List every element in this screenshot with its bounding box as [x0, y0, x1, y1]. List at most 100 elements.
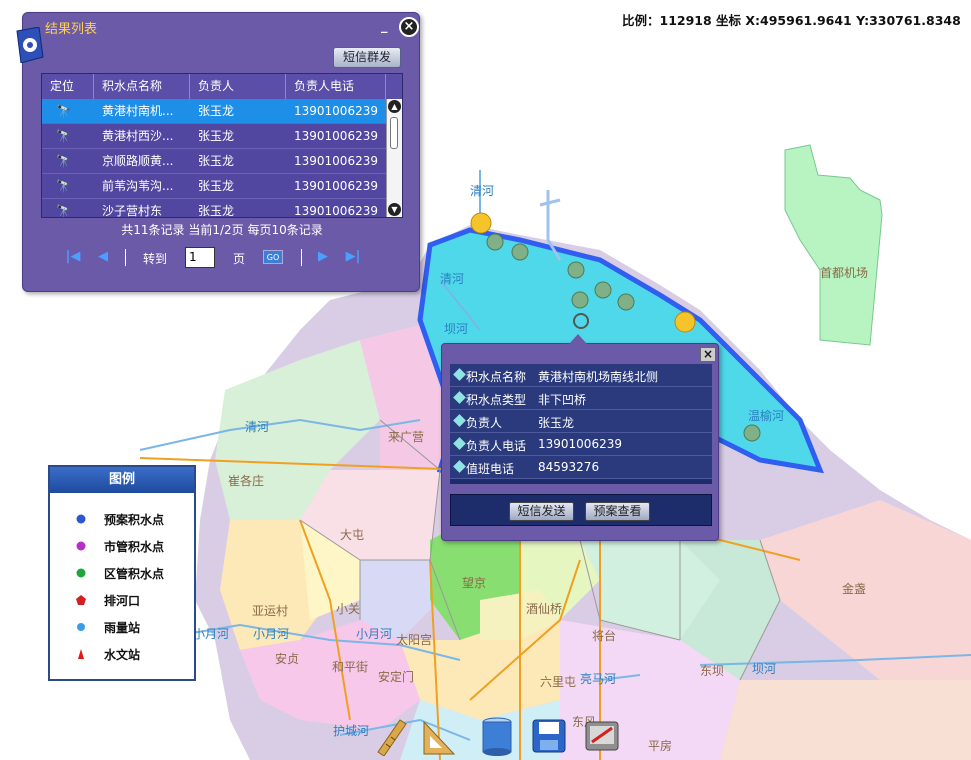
cell-phone: 13901006239	[294, 104, 378, 118]
triangle-area-icon[interactable]	[420, 716, 458, 756]
cell-name: 沙子营村东	[102, 204, 163, 218]
legend-label: 雨量站	[104, 621, 141, 635]
diamond-icon	[453, 437, 466, 450]
river-label: 清河	[470, 184, 495, 198]
table-row[interactable]: 🔭 京顺路顺黄... 张玉龙 13901006239	[42, 149, 402, 174]
field-key: 值班电话	[466, 462, 515, 476]
first-page-icon[interactable]: |◀	[65, 249, 81, 265]
column-header-phone[interactable]: 负责人电话	[286, 74, 386, 99]
legend-label: 市管积水点	[104, 540, 165, 554]
cell-name: 黄港村西沙...	[102, 129, 174, 143]
river-label: 小月河	[253, 627, 290, 641]
diamond-icon	[453, 391, 466, 404]
legend-label: 区管积水点	[104, 567, 165, 581]
blue-dot-icon	[76, 514, 86, 524]
cell-person: 张玉龙	[198, 179, 235, 193]
cell-name: 京顺路顺黄...	[102, 154, 174, 168]
scroll-up-icon[interactable]: ▲	[388, 100, 401, 113]
river-label: 坝河	[444, 322, 469, 336]
page-input[interactable]: 1	[185, 247, 215, 268]
binoculars-icon[interactable]: 🔭	[42, 149, 94, 173]
view-plan-button[interactable]: 预案查看	[585, 502, 650, 521]
field-key: 积水点名称	[466, 370, 527, 384]
legend-label: 预案积水点	[104, 513, 165, 527]
table-row[interactable]: 🔭 沙子营村东 张玉龙 13901006239	[42, 199, 402, 218]
map-label: 首都机场	[820, 266, 869, 280]
popup-close-button[interactable]: ×	[700, 347, 716, 362]
cell-person: 张玉龙	[198, 154, 235, 168]
page-unit-label: 页	[233, 252, 246, 266]
cell-phone: 13901006239	[294, 179, 378, 193]
save-disk-icon[interactable]	[530, 716, 568, 756]
binoculars-icon[interactable]: 🔭	[42, 124, 94, 148]
diamond-icon	[453, 414, 466, 427]
cell-name: 前苇沟苇沟...	[102, 179, 174, 193]
next-page-icon[interactable]: ▶	[315, 249, 331, 265]
map-label: 大屯	[340, 528, 365, 542]
field-value: 非下凹桥	[538, 393, 587, 407]
map-label: 平房	[648, 739, 673, 753]
river-label: 清河	[245, 420, 270, 434]
river-label: 温榆河	[748, 409, 785, 423]
table-scrollbar[interactable]: ▲ ▼	[386, 99, 402, 217]
table-row[interactable]: 🔭 黄港村南机... 张玉龙 13901006239	[42, 99, 402, 124]
table-header: 定位 积水点名称 负责人 负责人电话	[42, 74, 402, 99]
pager-divider	[301, 249, 302, 266]
column-header-person[interactable]: 负责人	[190, 74, 286, 99]
popup-field-row: 负责人 张玉龙	[450, 410, 712, 433]
goto-label: 转到	[143, 252, 168, 266]
pager: |◀ ◀ 转到 1 页 GO ▶ ▶|	[63, 247, 383, 269]
print-screen-icon[interactable]	[583, 716, 621, 756]
legend-panel: 图例 预案积水点 市管积水点 区管积水点 排河口 雨量站 水文站	[48, 465, 196, 681]
cell-person: 张玉龙	[198, 204, 235, 218]
popup-actions: 短信发送 预案查看	[450, 494, 712, 526]
ruler-measure-icon[interactable]	[374, 716, 412, 756]
binoculars-icon[interactable]: 🔭	[42, 199, 94, 217]
field-key: 积水点类型	[466, 393, 527, 407]
clear-canister-icon[interactable]	[478, 716, 516, 756]
sms-mass-send-button[interactable]: 短信群发	[333, 47, 401, 68]
cell-person: 张玉龙	[198, 129, 235, 143]
field-value: 张玉龙	[538, 416, 575, 430]
map-label: 小关	[336, 602, 361, 616]
binoculars-icon[interactable]: 🔭	[42, 174, 94, 198]
river-label: 坝河	[752, 662, 777, 676]
field-key: 负责人	[466, 416, 503, 430]
column-header-locate[interactable]: 定位	[42, 74, 94, 99]
minimize-button[interactable]: _	[381, 19, 388, 34]
field-key: 负责人电话	[466, 439, 527, 453]
table-row[interactable]: 🔭 前苇沟苇沟... 张玉龙 13901006239	[42, 174, 402, 199]
last-page-icon[interactable]: ▶|	[345, 249, 361, 265]
cell-phone: 13901006239	[294, 154, 378, 168]
map-label: 酒仙桥	[526, 602, 563, 616]
result-list-panel: 结果列表 _ × 短信群发 定位 积水点名称 负责人 负责人电话 🔭 黄港村南机…	[16, 12, 420, 292]
go-button[interactable]: GO	[263, 250, 283, 264]
cell-person: 张玉龙	[198, 104, 235, 118]
field-value: 13901006239	[538, 437, 622, 451]
table-row[interactable]: 🔭 黄港村西沙... 张玉龙 13901006239	[42, 124, 402, 149]
purple-dot-icon	[76, 541, 86, 551]
light-blue-dot-icon	[77, 623, 85, 631]
binoculars-icon[interactable]: 🔭	[42, 99, 94, 123]
point-info-popup: × 积水点名称 黄港村南机场南线北侧 积水点类型 非下凹桥 负责人 张玉龙 负责人电话…	[441, 334, 719, 541]
scroll-thumb[interactable]	[390, 117, 398, 149]
map-label: 安贞	[275, 652, 300, 666]
popup-field-row: 积水点名称 黄港村南机场南线北侧	[450, 364, 712, 387]
diamond-icon	[453, 460, 466, 473]
river-label: 小月河	[193, 627, 230, 641]
close-button[interactable]: ×	[399, 17, 419, 37]
scroll-down-icon[interactable]: ▼	[388, 203, 401, 216]
gear-icon[interactable]	[15, 27, 45, 63]
map-label: 将台	[592, 629, 617, 643]
map-label: 金盏	[842, 582, 867, 596]
prev-page-icon[interactable]: ◀	[95, 249, 111, 265]
map-label: 太阳宫	[396, 633, 433, 647]
legend-title: 图例	[50, 467, 194, 493]
map-label: 和平街	[332, 660, 369, 674]
column-header-name[interactable]: 积水点名称	[94, 74, 190, 99]
sms-send-button[interactable]: 短信发送	[509, 502, 574, 521]
popup-fields: 积水点名称 黄港村南机场南线北侧 积水点类型 非下凹桥 负责人 张玉龙 负责人电话 13…	[450, 364, 712, 484]
pager-divider	[125, 249, 126, 266]
map-label: 望京	[462, 576, 487, 590]
cell-name: 黄港村南机...	[102, 104, 174, 118]
